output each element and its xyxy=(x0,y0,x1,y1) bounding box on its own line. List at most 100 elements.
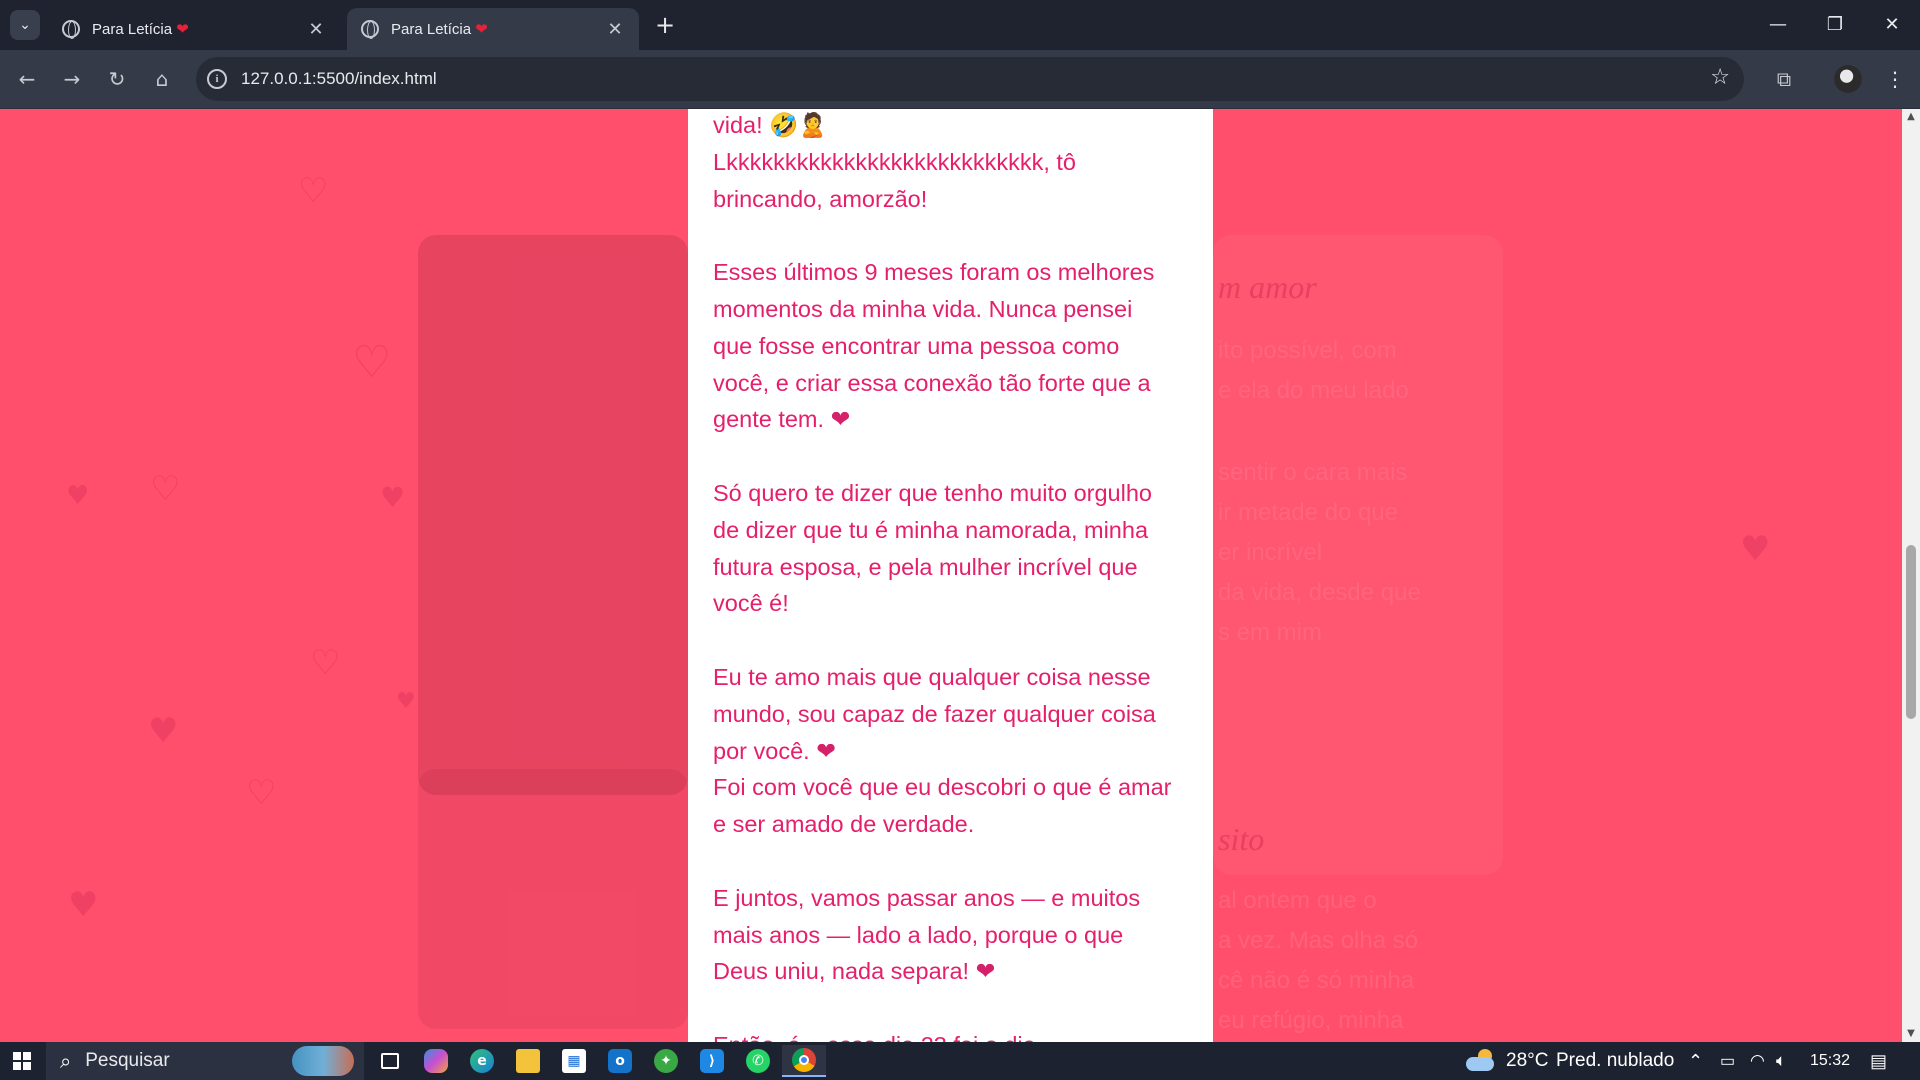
reload-button[interactable]: ↻ xyxy=(101,63,133,95)
tab-inactive[interactable]: Para Letícia ❤ ✕ xyxy=(48,8,340,50)
new-tab-button[interactable]: + xyxy=(650,10,680,40)
close-window-button[interactable]: ✕ xyxy=(1872,8,1912,40)
home-icon: ⌂ xyxy=(155,67,169,91)
browser-toolbar: ← → ↻ ⌂ i 127.0.0.1:5500/index.html ☆ ⧉ … xyxy=(0,50,1920,109)
background-text: sentir o cara mais xyxy=(1218,459,1408,486)
background-text: ir metade do que xyxy=(1218,499,1399,526)
letter-line: Então, é... esse dia 23 foi o dia xyxy=(713,1027,1193,1042)
chrome-icon[interactable] xyxy=(782,1045,826,1077)
weather-description[interactable]: Pred. nublado xyxy=(1556,1042,1674,1080)
url-text[interactable]: 127.0.0.1:5500/index.html xyxy=(241,69,437,89)
weather-temp[interactable]: 28°C xyxy=(1506,1042,1548,1080)
heart-icon: ♡ xyxy=(246,773,277,813)
letter-line: por você. ❤ xyxy=(713,737,836,764)
close-tab-button[interactable]: ✕ xyxy=(605,19,625,40)
heart-icon: ♡ xyxy=(298,171,329,211)
browser-menu-icon[interactable]: ⋮ xyxy=(1880,63,1910,95)
search-highlight-image xyxy=(292,1046,354,1076)
extensions-puzzle-icon[interactable]: ⧉ xyxy=(1768,63,1800,95)
background-text: e ela do meu lado xyxy=(1218,377,1409,404)
taskbar-search[interactable]: ⌕ Pesquisar xyxy=(46,1042,364,1080)
back-button[interactable]: ← xyxy=(11,63,43,95)
tab-search-button[interactable]: ⌄ xyxy=(10,10,40,40)
background-text: er incrível xyxy=(1218,539,1323,566)
heart-icon: ♡ xyxy=(310,643,341,683)
microsoft-store-icon[interactable]: ▦ xyxy=(552,1045,596,1077)
background-text: a vez. Mas olha só xyxy=(1218,927,1419,954)
chevron-down-icon: ⌄ xyxy=(19,17,31,33)
heart-icon: ❤ xyxy=(475,21,488,38)
bookmark-star-icon[interactable]: ☆ xyxy=(1710,65,1730,90)
letter-blank-line xyxy=(713,990,1193,1027)
task-view-icon[interactable] xyxy=(368,1045,412,1077)
minimize-button[interactable]: — xyxy=(1758,8,1798,40)
letter-line: você é! xyxy=(713,590,789,617)
file-explorer-icon[interactable] xyxy=(506,1045,550,1077)
tab-active[interactable]: Para Letícia ❤ ✕ xyxy=(347,8,639,50)
arrow-left-icon: ← xyxy=(18,67,36,91)
letter-line: E juntos, vamos passar anos — e muitos xyxy=(713,884,1141,911)
browser-title-bar: ⌄ Para Letícia ❤ ✕ Para Letícia ❤ ✕ + — … xyxy=(0,0,1920,50)
wifi-icon[interactable]: ◠ xyxy=(1750,1042,1765,1080)
address-bar[interactable]: i 127.0.0.1:5500/index.html ☆ xyxy=(196,57,1744,101)
edge-icon[interactable]: e xyxy=(460,1045,504,1077)
scroll-up-arrow[interactable]: ▲ xyxy=(1902,109,1920,125)
weather-cloud-icon[interactable] xyxy=(1466,1049,1496,1073)
letter-line: Lkkkkkkkkkkkkkkkkkkkkkkkkkkk, tô xyxy=(713,148,1076,175)
scroll-thumb[interactable] xyxy=(1906,545,1916,719)
background-text: cê não é só minha xyxy=(1218,967,1415,994)
heart-icon: ♥ xyxy=(1740,529,1771,569)
windows-taskbar: ⌕ Pesquisar e ▦ o ✦ ⟩ ✆ 28°C Pred. nubla… xyxy=(0,1042,1920,1080)
clock[interactable]: 15:32 xyxy=(1810,1042,1850,1080)
background-card xyxy=(1213,235,1503,875)
scroll-down-arrow[interactable]: ▼ xyxy=(1902,1026,1920,1042)
vscode-icon[interactable]: ⟩ xyxy=(690,1045,734,1077)
search-icon: ⌕ xyxy=(60,1049,72,1073)
background-photo xyxy=(418,769,688,1029)
notifications-icon[interactable]: ▤ xyxy=(1870,1042,1887,1080)
letter-line: mais anos — lado a lado, porque o que xyxy=(713,921,1124,948)
background-text: ito possível, com xyxy=(1218,337,1397,364)
chevron-up-icon[interactable]: ⌃ xyxy=(1688,1042,1703,1080)
background-heading: sito xyxy=(1218,821,1265,857)
letter-line: Eu te amo mais que qualquer coisa nesse xyxy=(713,663,1151,690)
letter-line: Esses últimos 9 meses foram os melhores xyxy=(713,259,1155,286)
restore-button[interactable]: ❐ xyxy=(1815,8,1855,40)
site-info-icon[interactable]: i xyxy=(207,69,227,89)
background-text: al ontem que o xyxy=(1218,887,1377,914)
start-button[interactable] xyxy=(0,1042,44,1080)
letter-line: e ser amado de verdade. xyxy=(713,811,975,838)
outlook-icon[interactable]: o xyxy=(598,1045,642,1077)
search-label: Pesquisar xyxy=(85,1050,170,1071)
letter-line: de dizer que tu é minha namorada, minha xyxy=(713,516,1149,543)
copilot-icon[interactable] xyxy=(414,1045,458,1077)
globe-icon xyxy=(62,20,80,39)
letter-line: Deus uniu, nada separa! ❤ xyxy=(713,958,996,985)
heart-icon: ❤ xyxy=(176,21,189,38)
letter-line: que fosse encontrar uma pessoa como xyxy=(713,332,1120,359)
background-text: da vida, desde que xyxy=(1218,579,1421,606)
letter-blank-line xyxy=(713,438,1193,475)
background-heading: m amor xyxy=(1218,269,1317,305)
page-viewport: ♡ ♡ ♡ ♥ ♥ ♡ ♥ ♥ ♡ ♥ ♥ m amor ito possíve… xyxy=(0,109,1920,1042)
letter-blank-line xyxy=(713,622,1193,659)
page-scrollbar[interactable]: ▲ ▼ xyxy=(1902,109,1920,1042)
whatsapp-icon[interactable]: ✆ xyxy=(736,1045,780,1077)
letter-line: momentos da minha vida. Nunca pensei xyxy=(713,295,1133,322)
heart-icon: ❤ xyxy=(816,737,836,764)
arrow-right-icon: → xyxy=(63,67,81,91)
forward-button[interactable]: → xyxy=(56,63,88,95)
heart-icon: ♡ xyxy=(150,469,181,509)
letter-modal[interactable]: vida! 🤣🙎 Lkkkkkkkkkkkkkkkkkkkkkkkkkkk, tô… xyxy=(688,109,1213,1042)
profile-avatar[interactable] xyxy=(1834,65,1862,93)
close-tab-button[interactable]: ✕ xyxy=(306,19,326,40)
green-app-icon[interactable]: ✦ xyxy=(644,1045,688,1077)
tab-title: Para Letícia xyxy=(92,21,173,38)
globe-icon xyxy=(361,20,379,39)
letter-text: vida! 🤣🙎 Lkkkkkkkkkkkkkkkkkkkkkkkkkkk, tô… xyxy=(713,109,1193,1042)
battery-icon[interactable]: ▭ xyxy=(1720,1042,1735,1080)
home-button[interactable]: ⌂ xyxy=(146,63,178,95)
letter-blank-line xyxy=(713,217,1193,254)
letter-line: vida! 🤣🙎 xyxy=(713,112,828,138)
volume-icon[interactable]: 🔈︎ xyxy=(1776,1042,1786,1080)
